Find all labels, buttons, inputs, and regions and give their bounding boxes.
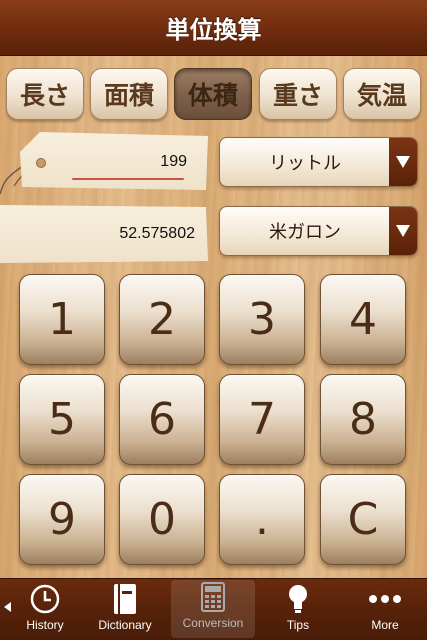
tabbar-tips-label: Tips (286, 618, 310, 632)
key-5[interactable]: 5 (19, 374, 105, 465)
tab-temperature[interactable]: 気温 (343, 68, 421, 120)
calculator-icon (201, 580, 225, 614)
tabbar-history[interactable]: History (14, 578, 76, 640)
input-unit-label: リットル (269, 153, 341, 174)
input-unit-select[interactable]: リットル (219, 137, 418, 187)
input-underline (72, 178, 184, 180)
tabbar-conversion-label: Conversion (182, 616, 244, 630)
page-title: 単位換算 (165, 16, 262, 44)
dropdown-arrow-icon (389, 138, 417, 186)
scroll-left-icon[interactable] (4, 602, 11, 612)
clock-icon (29, 582, 61, 616)
input-value: 199 (160, 153, 187, 170)
key-decimal[interactable]: . (219, 474, 305, 565)
key-3[interactable]: 3 (219, 274, 305, 365)
tab-weight[interactable]: 重さ (259, 68, 337, 120)
tabbar-dictionary[interactable]: Dictionary (90, 578, 160, 640)
key-6[interactable]: 6 (119, 374, 205, 465)
dropdown-arrow-icon (389, 207, 417, 255)
output-value: 52.575802 (119, 225, 195, 242)
tab-volume[interactable]: 体積 (174, 68, 252, 120)
key-4[interactable]: 4 (320, 274, 406, 365)
tabbar-dictionary-label: Dictionary (98, 618, 152, 632)
tabbar-more[interactable]: More (355, 578, 415, 640)
tabbar-tips[interactable]: Tips (268, 578, 328, 640)
key-2[interactable]: 2 (119, 274, 205, 365)
key-0[interactable]: 0 (119, 474, 205, 565)
tabbar-history-label: History (26, 618, 64, 632)
lightbulb-icon (287, 582, 309, 616)
key-7[interactable]: 7 (219, 374, 305, 465)
key-clear[interactable]: C (320, 474, 406, 565)
title-bar: 単位換算 (0, 0, 427, 56)
tab-area[interactable]: 面積 (90, 68, 168, 120)
tag-hole (36, 158, 46, 168)
tabbar-conversion[interactable]: Conversion (171, 580, 255, 638)
key-1[interactable]: 1 (19, 274, 105, 365)
tabbar-more-label: More (371, 618, 399, 632)
tab-length[interactable]: 長さ (6, 68, 84, 120)
book-icon (112, 582, 138, 616)
key-8[interactable]: 8 (320, 374, 406, 465)
category-tabs: 長さ 面積 体積 重さ 気温 (6, 68, 421, 120)
key-9[interactable]: 9 (19, 474, 105, 565)
output-unit-select[interactable]: 米ガロン (219, 206, 418, 256)
more-dots-icon (368, 582, 402, 616)
output-unit-label: 米ガロン (269, 222, 341, 243)
